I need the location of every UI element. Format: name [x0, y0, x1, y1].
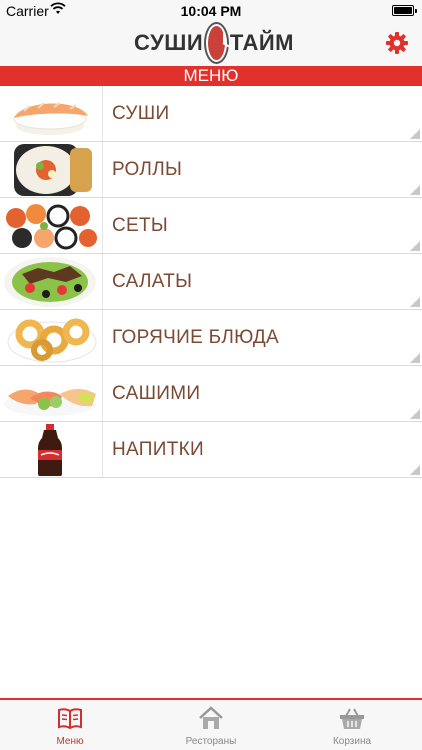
- corner-triangle-icon: [410, 129, 420, 139]
- menu-item-rolls[interactable]: РОЛЛЫ: [0, 142, 422, 198]
- menu-item-sushi[interactable]: СУШИ: [0, 86, 422, 142]
- clock-icon: [206, 24, 227, 62]
- menu-item-hot-dishes[interactable]: ГОРЯЧИЕ БЛЮДА: [0, 310, 422, 366]
- menu-item-salads[interactable]: САЛАТЫ: [0, 254, 422, 310]
- menu-item-label: СЕТЫ: [112, 215, 169, 236]
- menu-item-label: ГОРЯЧИЕ БЛЮДА: [112, 327, 279, 348]
- corner-triangle-icon: [410, 465, 420, 475]
- tab-label: Меню: [56, 736, 84, 747]
- status-time: 10:04 PM: [180, 3, 242, 19]
- tab-restaurants[interactable]: Рестораны: [141, 700, 281, 750]
- logo-text-right: ТАЙМ: [229, 30, 294, 55]
- rolls-image: [0, 142, 103, 197]
- tab-label: Корзина: [332, 736, 372, 747]
- salads-image: [0, 254, 103, 309]
- basket-icon: [340, 708, 364, 729]
- menu-item-label: СУШИ: [112, 103, 170, 124]
- menu-banner: МЕНЮ: [0, 66, 422, 86]
- sashimi-image: [0, 366, 103, 421]
- corner-triangle-icon: [410, 241, 420, 251]
- drinks-image: [0, 422, 103, 477]
- house-icon: [199, 706, 223, 729]
- menu-list: СУШИ РОЛЛЫ СЕТЫ САЛАТЫ ГОРЯЧИЕ БЛЮДА САШ…: [0, 86, 422, 478]
- tab-menu[interactable]: Меню: [0, 700, 140, 750]
- tab-label: Рестораны: [185, 736, 237, 747]
- book-icon: [58, 708, 82, 730]
- app-header: СУШИ ТАЙМ: [0, 22, 422, 66]
- status-bar: Carrier 10:04 PM: [0, 0, 422, 22]
- menu-item-label: РОЛЛЫ: [112, 159, 183, 180]
- menu-item-label: НАПИТКИ: [112, 439, 204, 460]
- corner-triangle-icon: [410, 297, 420, 307]
- hot-dishes-image: [0, 310, 103, 365]
- app-logo: СУШИ ТАЙМ: [134, 24, 294, 62]
- sushi-image: [0, 86, 103, 141]
- gear-icon: [386, 32, 408, 54]
- menu-item-label: САЛАТЫ: [112, 271, 193, 292]
- corner-triangle-icon: [410, 353, 420, 363]
- corner-triangle-icon: [410, 185, 420, 195]
- menu-item-label: САШИМИ: [112, 383, 201, 404]
- tab-bar: Меню Рестораны Корзина: [0, 698, 422, 750]
- corner-triangle-icon: [410, 409, 420, 419]
- battery-icon: [392, 5, 417, 16]
- logo-text-left: СУШИ: [134, 30, 204, 55]
- sets-image: [0, 198, 103, 253]
- menu-item-drinks[interactable]: НАПИТКИ: [0, 422, 422, 478]
- menu-item-sets[interactable]: СЕТЫ: [0, 198, 422, 254]
- settings-button[interactable]: [382, 28, 412, 58]
- tab-cart[interactable]: Корзина: [282, 700, 422, 750]
- menu-item-sashimi[interactable]: САШИМИ: [0, 366, 422, 422]
